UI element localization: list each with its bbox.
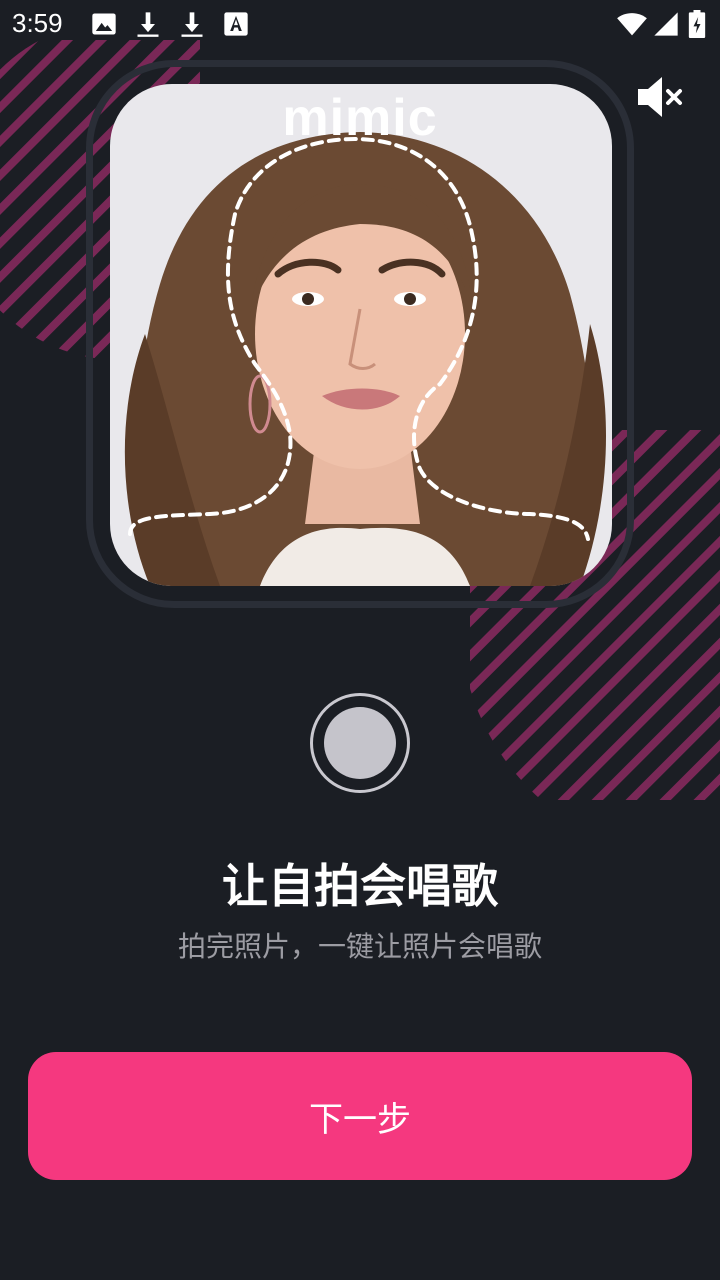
mimic-logo: mimic — [282, 89, 438, 147]
signal-icon — [654, 12, 678, 36]
page-title: 让自拍会唱歌 — [222, 859, 498, 913]
mute-button[interactable] — [634, 74, 684, 120]
battery-icon — [688, 10, 706, 38]
download-icon — [137, 12, 159, 37]
status-time: 3:59 — [12, 8, 63, 38]
portrait-photo — [110, 84, 612, 586]
shutter-inner — [324, 707, 396, 779]
font-icon — [224, 12, 248, 36]
speaker-muted-icon — [638, 77, 682, 117]
image-icon — [92, 13, 116, 35]
next-button[interactable]: 下一步 — [28, 1052, 692, 1180]
shutter-button[interactable] — [310, 693, 410, 793]
wifi-icon — [617, 13, 647, 36]
page-subtitle: 拍完照片，一键让照片会唱歌 — [177, 930, 542, 963]
mimic-onboarding-screen: 3:59 mimic 让自拍会唱歌 拍完照片，一键让照片会唱歌 下一步 — [0, 0, 720, 1280]
next-button-label: 下一步 — [309, 1099, 411, 1140]
status-bar: 3:59 — [0, 0, 720, 50]
download-icon — [181, 12, 203, 37]
